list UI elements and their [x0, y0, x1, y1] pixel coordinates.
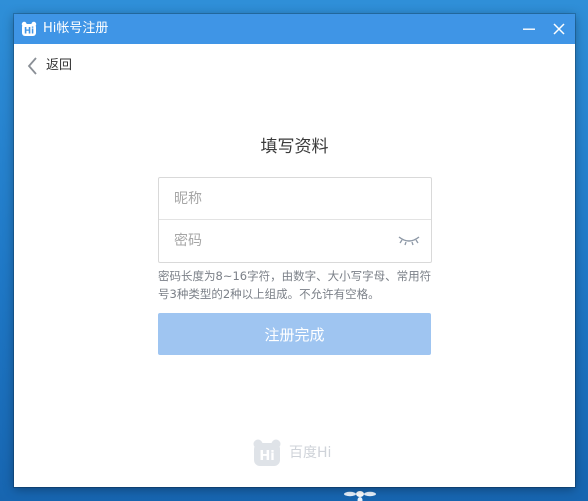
eye-closed-icon[interactable] [397, 233, 421, 247]
register-complete-button[interactable]: 注册完成 [158, 313, 431, 355]
svg-text:Hi: Hi [24, 27, 34, 37]
password-input[interactable] [159, 220, 431, 261]
password-hint: 密码长度为8~16字符，由数字、大小写字母、常用符号3种类型的2种以上组成。不允… [158, 269, 432, 301]
close-icon[interactable] [549, 19, 569, 39]
registration-window: Hi Hi帐号注册 返回 填写资料 密码长度为8~16字符，由数字、大小写字母、… [14, 14, 575, 487]
baidu-hi-logo-icon: Hi [21, 21, 37, 37]
minimize-icon[interactable] [519, 19, 539, 39]
back-label: 返回 [46, 58, 73, 73]
nickname-input[interactable] [159, 178, 431, 219]
chevron-left-icon [27, 57, 37, 75]
baidu-hi-logo-icon: Hi [253, 439, 281, 466]
page-title: 填写资料 [260, 137, 329, 157]
title-bar[interactable]: Hi Hi帐号注册 [14, 14, 575, 44]
credentials-field-group [158, 177, 432, 263]
svg-text:Hi: Hi [259, 449, 274, 464]
footer-brand-text: 百度Hi [289, 445, 332, 461]
window-title: Hi帐号注册 [43, 21, 109, 36]
